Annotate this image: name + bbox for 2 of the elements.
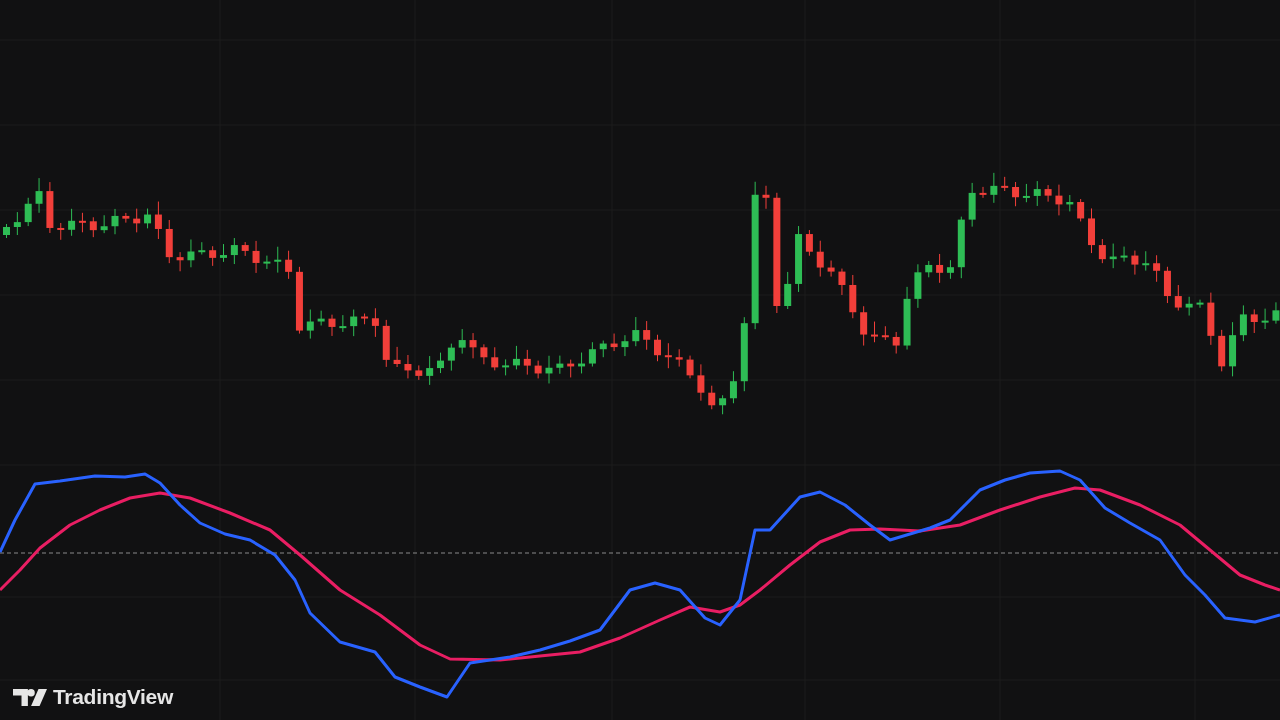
logo-icon — [13, 688, 47, 706]
logo-text: TradingView — [53, 685, 173, 709]
